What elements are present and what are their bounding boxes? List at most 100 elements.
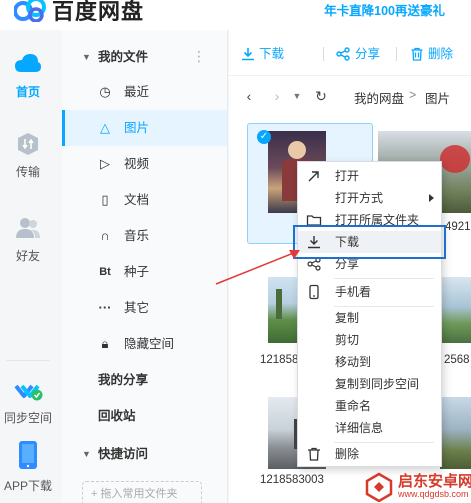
- menu-item-label: 删除: [335, 447, 360, 461]
- action-toolbar: 下载 分享 删除: [229, 30, 471, 76]
- file-sidebar: ▼ 我的文件 ⋮ ◷ 最近 △ 图片 ▷ 视频 ▯ 文档 ∩ 音乐 Bt 种子 …: [62, 30, 228, 503]
- watermark-url: www.qdgdsb.com: [398, 489, 469, 499]
- context-menu: 打开 打开方式 打开所属文件夹 下载 分享 手机看 复制 剪切 移动到 复制到同…: [297, 161, 442, 467]
- sidebar-section-label: 我的文件: [98, 50, 149, 64]
- history-dropdown-icon[interactable]: ▼: [289, 88, 305, 104]
- menu-item-copy[interactable]: 复制: [298, 307, 441, 329]
- menu-item-label: 重命名: [335, 399, 372, 413]
- ellipsis-icon: ···: [98, 300, 112, 315]
- back-arrow-icon[interactable]: ‹: [241, 88, 257, 104]
- sidebar-item-pictures[interactable]: △ 图片: [62, 110, 227, 146]
- file-name: 1218583003: [260, 474, 324, 486]
- trash-icon: [308, 447, 320, 461]
- headphones-icon: ∩: [100, 228, 110, 243]
- promo-banner-link[interactable]: 年卡直降100再送豪礼: [324, 0, 445, 19]
- sidebar-item-torrents[interactable]: Bt 种子: [62, 254, 227, 290]
- menu-item-label: 剪切: [335, 333, 360, 347]
- rail-label-home: 首页: [15, 85, 40, 99]
- sidebar-item-documents[interactable]: ▯ 文档: [62, 182, 227, 218]
- menu-divider: [334, 278, 434, 279]
- rail-label-transfer: 传输: [15, 165, 40, 179]
- breadcrumb-current: 图片: [425, 92, 451, 106]
- cloud-icon: [15, 54, 41, 72]
- sidebar-item-videos[interactable]: ▷ 视频: [62, 146, 227, 182]
- site-watermark: 启东安卓网 www.qdgdsb.com: [364, 470, 471, 503]
- document-icon: ▯: [101, 192, 109, 207]
- watermark-title: 启东安卓网: [398, 473, 471, 490]
- menu-item-copy-to-sync-space[interactable]: 复制到同步空间: [298, 373, 441, 395]
- lock-icon: 🔒︎: [101, 336, 109, 351]
- sidebar-section-quick-access[interactable]: ▼ 快捷访问: [62, 436, 227, 472]
- annotation-highlight-box: [293, 225, 446, 259]
- menu-item-label: 打开方式: [335, 191, 384, 205]
- share-icon: [336, 47, 350, 61]
- menu-item-view-on-phone[interactable]: 手机看: [298, 281, 441, 303]
- rail-label-app-download: APP下载: [3, 479, 52, 493]
- sidebar-item-other[interactable]: ··· 其它: [62, 290, 227, 326]
- breadcrumb-root[interactable]: 我的网盘: [354, 88, 404, 107]
- image-thumbnail[interactable]: [440, 277, 471, 343]
- sidebar-item-label: 其它: [124, 301, 150, 315]
- play-icon: ▷: [100, 156, 110, 171]
- add-quick-access-dropzone[interactable]: + 拖入常用文件夹: [82, 481, 202, 503]
- transfer-icon: [18, 133, 38, 155]
- friends-icon: [16, 218, 40, 238]
- rail-item-app-download[interactable]: APP下载: [0, 440, 56, 494]
- mountain-icon: △: [100, 120, 110, 135]
- nav-rail: 首页 传输 好友 同步空间 APP下载: [0, 30, 62, 503]
- menu-item-label: 复制: [335, 311, 360, 325]
- rail-item-friends[interactable]: 好友: [0, 216, 56, 264]
- submenu-arrow-icon: [429, 194, 434, 202]
- more-vertical-icon[interactable]: ⋮: [192, 38, 206, 74]
- caret-down-icon: ▼: [82, 52, 91, 62]
- download-label: 下载: [259, 47, 285, 61]
- share-button[interactable]: 分享: [336, 45, 381, 63]
- breadcrumb-separator: >: [409, 88, 417, 102]
- sidebar-item-music[interactable]: ∩ 音乐: [62, 218, 227, 254]
- download-button[interactable]: 下载: [242, 45, 285, 63]
- menu-item-move-to[interactable]: 移动到: [298, 351, 441, 373]
- delete-label: 删除: [428, 47, 454, 61]
- menu-item-label: 复制到同步空间: [335, 377, 420, 391]
- menu-item-details[interactable]: 详细信息: [298, 417, 441, 439]
- sidebar-item-my-share[interactable]: 我的分享: [62, 362, 227, 398]
- sidebar-item-label: 视频: [124, 157, 150, 171]
- download-icon: [242, 48, 254, 61]
- app-title: 百度网盘: [52, 0, 145, 24]
- sidebar-item-recent[interactable]: ◷ 最近: [62, 74, 227, 110]
- watermark-logo-icon: [365, 472, 393, 502]
- sidebar-section-label: 快捷访问: [98, 447, 149, 461]
- delete-button[interactable]: 删除: [411, 45, 454, 63]
- menu-item-cut[interactable]: 剪切: [298, 329, 441, 351]
- sidebar-section-label: 回收站: [98, 409, 136, 423]
- sidebar-item-label: 图片: [124, 121, 150, 135]
- trash-icon: [411, 47, 423, 61]
- sidebar-item-label: 最近: [124, 85, 150, 99]
- sidebar-item-label: 种子: [124, 265, 150, 279]
- file-name: 121858: [260, 354, 299, 366]
- app-header: 百度网盘 年卡直降100再送豪礼: [0, 0, 471, 30]
- rail-item-home[interactable]: 首页: [0, 52, 56, 100]
- image-thumbnail[interactable]: [440, 397, 471, 469]
- bt-icon: Bt: [99, 266, 111, 278]
- refresh-icon[interactable]: ↻: [313, 88, 329, 104]
- sidebar-section-my-files[interactable]: ▼ 我的文件 ⋮: [62, 39, 227, 75]
- menu-item-rename[interactable]: 重命名: [298, 395, 441, 417]
- caret-down-icon: ▼: [82, 449, 91, 459]
- sync-space-icon: [14, 384, 43, 401]
- sidebar-item-label: 隐藏空间: [124, 337, 175, 351]
- share-label: 分享: [355, 47, 381, 61]
- sidebar-item-hidden-space[interactable]: 🔒︎ 隐藏空间: [62, 326, 227, 362]
- forward-arrow-icon[interactable]: ›: [269, 88, 285, 104]
- selected-check-icon[interactable]: ✓: [257, 130, 271, 144]
- sidebar-item-recycle-bin[interactable]: 回收站: [62, 398, 227, 434]
- menu-item-delete[interactable]: 删除: [298, 443, 441, 465]
- menu-item-open[interactable]: 打开: [298, 165, 441, 187]
- rail-divider: [6, 360, 50, 361]
- menu-item-label: 移动到: [335, 355, 372, 369]
- rail-item-sync-space[interactable]: 同步空间: [0, 376, 56, 426]
- sidebar-item-label: 音乐: [124, 229, 150, 243]
- sidebar-item-label: 文档: [124, 193, 150, 207]
- rail-item-transfer[interactable]: 传输: [0, 132, 56, 180]
- menu-item-open-with[interactable]: 打开方式: [298, 187, 441, 209]
